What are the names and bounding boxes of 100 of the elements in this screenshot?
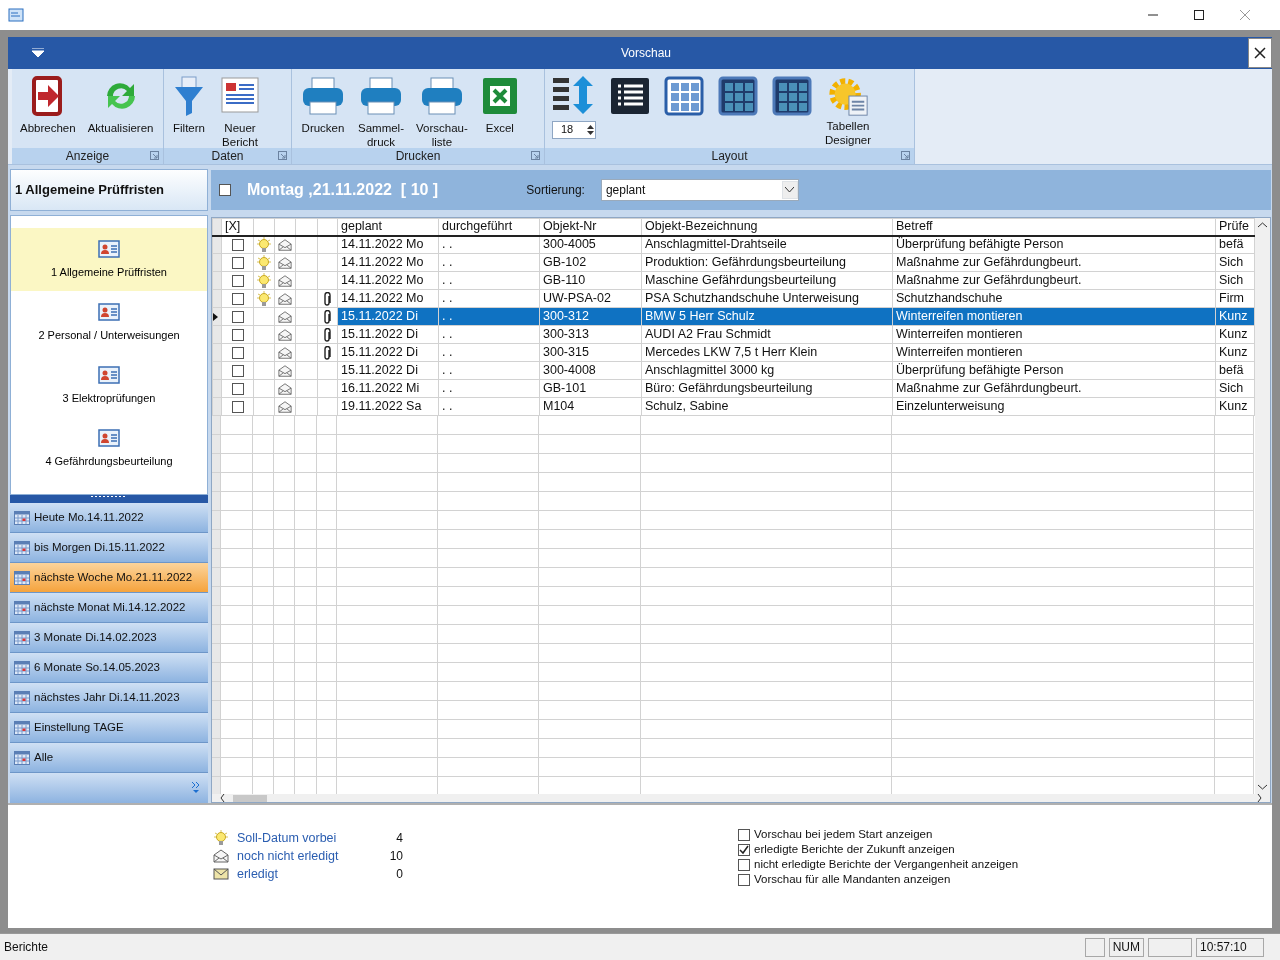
table-cell: Schutzhandschuhe bbox=[896, 291, 1003, 305]
table-cell: . . bbox=[442, 273, 453, 287]
paperclip-icon bbox=[323, 291, 332, 306]
open-envelope-icon bbox=[278, 399, 292, 414]
scroll-up-icon bbox=[1258, 222, 1267, 228]
period-item[interactable]: Einstellung TAGE bbox=[10, 713, 208, 743]
calendar-icon bbox=[14, 630, 30, 645]
dialog-launcher-icon bbox=[901, 151, 910, 160]
app-icon bbox=[8, 8, 24, 22]
lightbulb-icon bbox=[256, 236, 272, 253]
toolbar-button[interactable]: Aktualisieren bbox=[83, 73, 158, 137]
table-cell: 15.11.2022 Di bbox=[341, 363, 418, 377]
table-cell: Sich bbox=[1219, 255, 1244, 269]
menu-button[interactable] bbox=[32, 48, 44, 58]
category-item[interactable]: 3 Elektroprüfungen bbox=[11, 354, 207, 417]
period-item[interactable]: Heute Mo.14.11.2022 bbox=[10, 503, 208, 533]
calendar-icon bbox=[14, 720, 30, 735]
contact-card-icon bbox=[98, 239, 120, 258]
toolbar-button[interactable]: Drucken bbox=[296, 73, 350, 137]
select-all-checkbox[interactable] bbox=[219, 184, 231, 196]
category-item[interactable]: 4 Gefährdungsbeurteilung bbox=[11, 417, 207, 480]
row-checkbox[interactable] bbox=[231, 274, 244, 287]
table-cell: Winterreifen montieren bbox=[896, 327, 1023, 341]
paperclip-icon bbox=[323, 345, 332, 360]
row-checkbox[interactable] bbox=[231, 310, 244, 323]
period-item[interactable]: Alle bbox=[10, 743, 208, 773]
calendar-icon bbox=[14, 510, 30, 525]
table-cell: 15.11.2022 Di bbox=[341, 345, 418, 359]
period-item[interactable]: nächste Monat Mi.14.12.2022 bbox=[10, 593, 208, 623]
toolbar-button[interactable]: Filtern bbox=[168, 73, 210, 137]
contact-card-icon bbox=[98, 302, 120, 321]
toolbar-button[interactable]: Tabellen Designer bbox=[823, 73, 874, 148]
table-cell: Anschlagmittel 3000 kg bbox=[645, 363, 775, 377]
printer-icon bbox=[300, 75, 346, 117]
table-cell: Büro: Gefährdungsbeurteilung bbox=[645, 381, 813, 395]
table-cell: . . bbox=[442, 381, 453, 395]
period-item[interactable]: nächste Woche Mo.21.11.2022 bbox=[10, 563, 208, 593]
table-cell: 16.11.2022 Mi bbox=[341, 381, 420, 395]
group-label: Anzeige bbox=[65, 148, 110, 164]
vertical-scrollbar[interactable] bbox=[1255, 218, 1270, 794]
row-checkbox[interactable] bbox=[231, 382, 244, 395]
option-checkbox[interactable] bbox=[738, 843, 750, 856]
open-envelope-icon bbox=[278, 345, 292, 360]
option-label: Vorschau bei jedem Start anzeigen bbox=[754, 827, 933, 842]
option-checkbox[interactable] bbox=[738, 858, 750, 871]
toolbar-button[interactable]: Excel bbox=[475, 73, 524, 137]
calendar-icon bbox=[14, 660, 30, 675]
table-cell: Schulz, Sabine bbox=[645, 399, 729, 413]
row-checkbox[interactable] bbox=[231, 364, 244, 377]
table-cell: Kunz bbox=[1219, 327, 1248, 341]
toolbar-button[interactable]: Abbrechen bbox=[16, 73, 80, 137]
close-button[interactable] bbox=[1248, 38, 1272, 68]
lightbulb-icon bbox=[213, 830, 229, 846]
table-cell: Kunz bbox=[1219, 345, 1248, 359]
category-item[interactable]: 1 Allgemeine Prüffristen bbox=[11, 228, 207, 291]
table-cell: AUDI A2 Frau Schmidt bbox=[645, 327, 771, 341]
table-cell: M104 bbox=[543, 399, 575, 413]
row-checkbox[interactable] bbox=[231, 400, 244, 413]
table-cell: 15.11.2022 Di bbox=[341, 327, 418, 341]
lightbulb-icon bbox=[256, 254, 272, 271]
open-envelope-icon bbox=[278, 237, 292, 252]
open-envelope-icon bbox=[278, 363, 292, 378]
period-item[interactable]: nächstes Jahr Di.14.11.2023 bbox=[10, 683, 208, 713]
row-checkbox[interactable] bbox=[231, 328, 244, 341]
table-cell: 14.11.2022 Mo bbox=[341, 291, 424, 305]
paperclip-icon bbox=[323, 327, 332, 342]
horizontal-scrollbar[interactable] bbox=[212, 794, 1270, 802]
scroll-right-icon bbox=[1257, 794, 1262, 802]
period-item[interactable]: bis Morgen Di.15.11.2022 bbox=[10, 533, 208, 563]
table-cell: befä bbox=[1219, 237, 1244, 252]
option-checkbox[interactable] bbox=[738, 873, 750, 886]
period-item[interactable]: 6 Monate So.14.05.2023 bbox=[10, 653, 208, 683]
option-checkbox[interactable] bbox=[738, 828, 750, 841]
table-cell: 15.11.2022 Di bbox=[341, 309, 418, 323]
group-label: Layout bbox=[711, 148, 748, 164]
row-height-field[interactable]: 18 bbox=[552, 121, 596, 139]
open-envelope-icon bbox=[278, 291, 292, 306]
calendar-icon bbox=[14, 600, 30, 615]
lightbulb-icon bbox=[256, 272, 272, 289]
group-label: Drucken bbox=[395, 148, 441, 164]
scroll-thumb[interactable] bbox=[233, 794, 267, 802]
group-label: Daten bbox=[211, 148, 244, 164]
printer-icon bbox=[358, 75, 404, 117]
column-header[interactable]: Betreff bbox=[896, 219, 933, 234]
grid-icon bbox=[717, 75, 759, 117]
row-checkbox[interactable] bbox=[231, 256, 244, 269]
row-checkbox[interactable] bbox=[231, 292, 244, 305]
more-button[interactable] bbox=[192, 782, 200, 794]
calendar-icon bbox=[14, 750, 30, 765]
sort-dropdown[interactable]: geplant bbox=[600, 179, 799, 201]
table-cell: . . bbox=[442, 327, 453, 341]
panel-title: 1 Allgemeine Prüffristen bbox=[15, 182, 165, 198]
category-item[interactable]: 2 Personal / Unterweisungen bbox=[11, 291, 207, 354]
list-title: Montag ,21.11.2022 [ 10 ] bbox=[247, 180, 439, 200]
period-item[interactable]: 3 Monate Di.14.02.2023 bbox=[10, 623, 208, 653]
table-cell: 14.11.2022 Mo bbox=[341, 237, 424, 252]
legend-label: Soll-Datum vorbei bbox=[237, 830, 338, 846]
toolbar-button[interactable]: Neuer Bericht bbox=[214, 73, 266, 148]
row-checkbox[interactable] bbox=[231, 238, 244, 251]
row-checkbox[interactable] bbox=[231, 346, 244, 359]
